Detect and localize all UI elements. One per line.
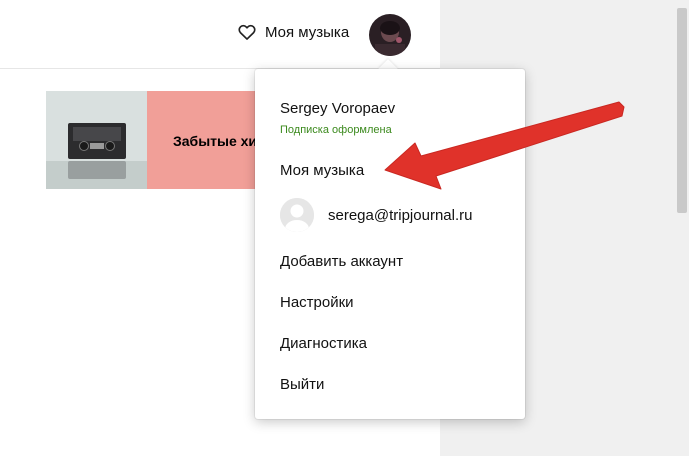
heart-icon [238,24,256,40]
cassette-image [46,91,147,189]
menu-item-logout[interactable]: Выйти [280,376,324,393]
account-switch-item[interactable]: serega@tripjournal.ru [280,198,472,232]
scrollbar-thumb[interactable] [677,8,687,213]
account-email: serega@tripjournal.ru [328,206,473,224]
subscription-status: Подписка оформлена [280,124,392,136]
my-music-label: Моя музыка [265,23,350,41]
menu-item-diagnostics[interactable]: Диагностика [280,335,367,352]
menu-item-my-music[interactable]: Моя музыка [280,162,364,179]
user-avatar[interactable] [369,14,411,56]
default-avatar-icon [280,198,314,232]
menu-user-name: Sergey Voropaev [280,100,396,117]
user-menu: Sergey Voropaev Подписка оформлена Моя м… [255,69,525,419]
my-music-link[interactable]: Моя музыка [237,22,349,42]
menu-item-add-account[interactable]: Добавить аккаунт [280,253,403,270]
menu-item-settings[interactable]: Настройки [280,294,354,311]
